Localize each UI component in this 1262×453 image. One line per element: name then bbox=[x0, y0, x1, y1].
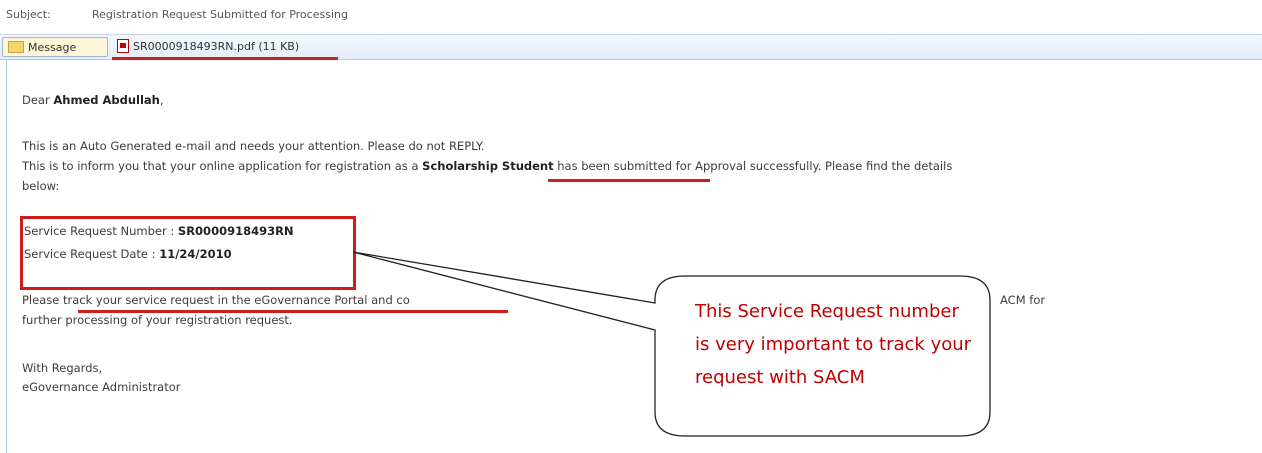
callout-text: This Service Request number is very impo… bbox=[695, 301, 972, 388]
callout-bubble bbox=[352, 251, 991, 437]
